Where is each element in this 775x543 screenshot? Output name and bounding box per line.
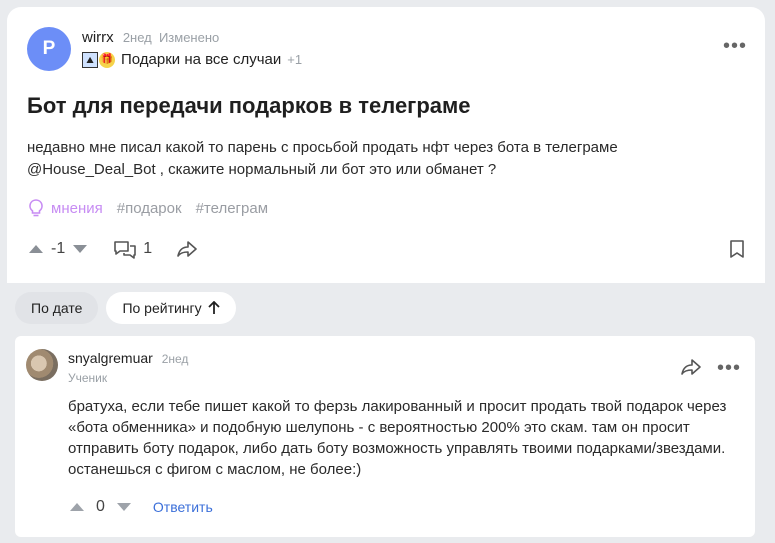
tag-gift[interactable]: #подарок <box>117 200 182 217</box>
sort-by-rating-button[interactable]: По рейтингу <box>106 292 236 324</box>
post-actions: -1 1 <box>29 239 198 259</box>
comment-share-icon[interactable] <box>680 358 702 381</box>
author-name[interactable]: wirrx <box>82 29 114 46</box>
topic-icons: ⛰ 🎁 <box>82 51 115 68</box>
post-title: Бот для передачи подарков в телеграме <box>27 93 471 118</box>
bookmark-icon[interactable] <box>729 239 745 264</box>
sort-by-date-button[interactable]: По дате <box>15 292 99 324</box>
topic-label: Подарки на все случаи <box>121 51 282 68</box>
commenter-role: Ученик <box>68 371 108 385</box>
comment-more-icon[interactable]: ••• <box>717 358 741 378</box>
comment-upvote-icon[interactable] <box>70 503 84 511</box>
sort-bar: По дате По рейтингу <box>15 292 236 324</box>
tags: мнения #подарок #телеграм <box>27 198 268 218</box>
edited-label: Изменено <box>158 30 220 45</box>
tag-opinions[interactable]: мнения <box>27 198 103 218</box>
author-avatar[interactable]: P <box>27 27 71 71</box>
topic-row[interactable]: ⛰ 🎁 Подарки на все случаи +1 <box>82 51 302 68</box>
post-more-icon[interactable]: ••• <box>723 36 747 56</box>
comment-score: 0 <box>96 498 105 515</box>
comment-text: братуха, если тебе пишет какой то ферзь … <box>68 398 727 478</box>
commenter-avatar[interactable] <box>26 349 58 381</box>
post-body: недавно мне писал какой то парень с прос… <box>27 139 618 178</box>
tag-telegram[interactable]: #телеграм <box>196 200 268 217</box>
comment-time: 2нед <box>161 352 189 366</box>
author-row: wirrx 2нед Изменено <box>82 29 219 46</box>
sort-by-date-label: По дате <box>31 300 83 316</box>
share-icon[interactable] <box>176 240 198 258</box>
sort-by-rating-label: По рейтингу <box>122 300 202 316</box>
comment-card: snyalgremuar 2нед Ученик ••• братуха, ес… <box>15 336 755 537</box>
gift-icon: 🎁 <box>99 51 115 68</box>
upvote-icon[interactable] <box>29 245 43 253</box>
arrow-up-icon <box>208 301 220 314</box>
post-card: P wirrx 2нед Изменено ⛰ 🎁 Подарки на все… <box>7 7 765 283</box>
comment-actions: 0 Ответить <box>70 498 213 516</box>
post-score: -1 <box>51 240 66 257</box>
reply-button[interactable]: Ответить <box>153 499 213 515</box>
comment-downvote-icon[interactable] <box>116 503 131 511</box>
commenter-row: snyalgremuar 2нед <box>68 350 188 366</box>
tag-opinions-label: мнения <box>51 199 103 217</box>
comments-count: 1 <box>143 240 153 257</box>
commenter-name[interactable]: snyalgremuar <box>68 350 153 366</box>
comments-icon <box>114 241 137 259</box>
downvote-icon[interactable] <box>73 245 88 253</box>
lightbulb-icon <box>29 199 43 217</box>
post-time: 2нед <box>122 30 152 45</box>
comments-button[interactable]: 1 <box>113 239 152 259</box>
topic-extra-count: +1 <box>287 52 303 67</box>
mountain-icon: ⛰ <box>82 51 98 68</box>
